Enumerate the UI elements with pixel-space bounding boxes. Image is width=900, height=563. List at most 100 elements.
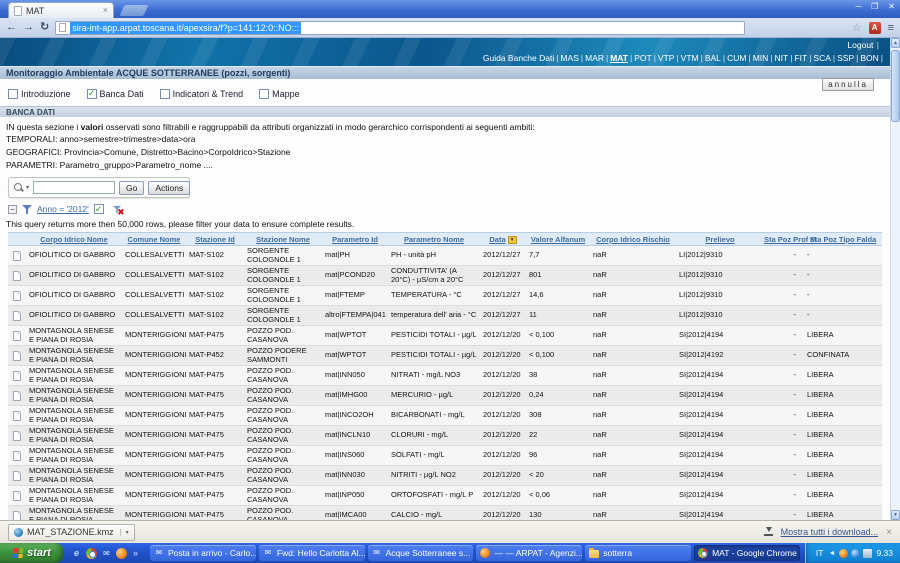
chrome-icon[interactable] <box>86 548 97 559</box>
window-minimize-button[interactable]: ─ <box>855 2 861 11</box>
nav-item-vtp[interactable]: VTP <box>658 53 675 63</box>
taskbar-item-fwd-hello-carlotta-al[interactable]: ✉Fwd: Hello Carlotta Al... <box>259 545 365 561</box>
address-bar[interactable]: sira-int-app.arpat.toscana.it/apexsira/f… <box>55 21 745 35</box>
row-detail-cell[interactable] <box>8 426 26 446</box>
row-detail-cell[interactable] <box>8 486 26 506</box>
row-detail-cell[interactable] <box>8 326 26 346</box>
row-detail-cell[interactable] <box>8 246 26 266</box>
view-tab-banca-dati[interactable]: ✓Banca Dati <box>87 89 144 99</box>
grid-header-stazione-id[interactable]: Stazione Id <box>186 233 244 246</box>
grid-header-parametro-nome[interactable]: Parametro Nome <box>388 233 480 246</box>
column-sort-link[interactable]: Corpo Idrico Rischio <box>596 235 670 244</box>
search-icon[interactable] <box>13 182 24 193</box>
document-icon[interactable] <box>13 331 21 341</box>
nav-item-mat[interactable]: MAT <box>610 53 628 63</box>
grid-header-prelievo[interactable]: Prelievo <box>676 233 764 246</box>
document-icon[interactable] <box>13 471 21 481</box>
remove-filter-icon[interactable]: ✖ <box>112 204 124 215</box>
actions-button[interactable]: Actions <box>148 181 190 195</box>
table-row[interactable]: MONTAGNOLA SENESE E PIANA DI ROSIAMONTER… <box>8 506 882 521</box>
column-sort-link[interactable]: Parametro Id <box>332 235 378 244</box>
column-sort-link[interactable]: Parametro Nome <box>404 235 464 244</box>
tray-orange-icon[interactable] <box>839 549 848 558</box>
column-sort-link[interactable]: Stazione Nome <box>256 235 310 244</box>
table-row[interactable]: MONTAGNOLA SENESE E PIANA DI ROSIAMONTER… <box>8 366 882 386</box>
table-row[interactable]: MONTAGNOLA SENESE E PIANA DI ROSIAMONTER… <box>8 326 882 346</box>
quicklaunch-overflow-icon[interactable]: » <box>133 548 138 558</box>
nav-item-bon[interactable]: BON <box>860 53 878 63</box>
row-detail-cell[interactable] <box>8 346 26 366</box>
tray-gray-icon[interactable] <box>863 549 872 558</box>
nav-item-vtm[interactable]: VTM <box>681 53 699 63</box>
document-icon[interactable] <box>13 431 21 441</box>
document-icon[interactable] <box>13 291 21 301</box>
table-row[interactable]: MONTAGNOLA SENESE E PIANA DI ROSIAMONTER… <box>8 426 882 446</box>
row-detail-cell[interactable] <box>8 266 26 286</box>
table-row[interactable]: OFIOLITICO DI GABBROCOLLESALVETTIMAT-S10… <box>8 266 882 286</box>
view-tab-indicatori-trend[interactable]: Indicatori & Trend <box>160 89 244 99</box>
grid-header-comune-nome[interactable]: Comune Nome <box>122 233 186 246</box>
table-row[interactable]: MONTAGNOLA SENESE E PIANA DI ROSIAMONTER… <box>8 386 882 406</box>
show-all-downloads-link[interactable]: Mostra tutti i download... <box>781 527 879 537</box>
row-detail-cell[interactable] <box>8 386 26 406</box>
start-button[interactable]: start <box>0 543 64 563</box>
scroll-up-icon[interactable]: ▲ <box>891 38 900 48</box>
nav-item-pot[interactable]: POT <box>634 53 651 63</box>
view-tab-introduzione[interactable]: Introduzione <box>8 89 71 99</box>
taskbar-item-arpat-agenzi[interactable]: — — ARPAT - Agenzi... <box>476 545 582 561</box>
nav-item-sca[interactable]: SCA <box>813 53 830 63</box>
nav-item-ssp[interactable]: SSP <box>837 53 854 63</box>
row-detail-cell[interactable] <box>8 306 26 326</box>
taskbar-item-mat-google-chrome[interactable]: MAT - Google Chrome <box>694 545 800 561</box>
nav-item-mar[interactable]: MAR <box>585 53 604 63</box>
column-sort-link[interactable]: Comune Nome <box>128 235 181 244</box>
downloaded-file-button[interactable]: MAT_STAZIONE.kmz ▾ <box>8 524 135 541</box>
file-options-caret-icon[interactable]: ▾ <box>120 529 129 536</box>
taskbar-item-posta-in-arrivo-carlo[interactable]: ✉Posta in arrivo - Carlo... <box>150 545 256 561</box>
url-text[interactable]: sira-int-app.arpat.toscana.it/apexsira/f… <box>70 22 301 34</box>
document-icon[interactable] <box>13 371 21 381</box>
go-button[interactable]: Go <box>119 181 144 195</box>
document-icon[interactable] <box>13 391 21 401</box>
nav-item-nit[interactable]: NIT <box>775 53 789 63</box>
reload-icon[interactable]: ↻ <box>40 22 49 33</box>
document-icon[interactable] <box>13 271 21 281</box>
grid-header-sta-poz-tipo-falda[interactable]: Sta Poz Tipo Falda <box>804 233 882 246</box>
grid-header-parametro-id[interactable]: Parametro Id <box>322 233 388 246</box>
document-icon[interactable] <box>13 411 21 421</box>
checkbox-icon[interactable]: ✓ <box>87 89 97 99</box>
tray-arrow-icon[interactable]: ◄ <box>827 549 836 558</box>
scroll-down-icon[interactable]: ▼ <box>891 510 900 520</box>
nav-item-min[interactable]: MIN <box>753 53 769 63</box>
column-sort-link[interactable]: Stazione Id <box>195 235 235 244</box>
grid-header-corpo-idrico-nome[interactable]: Corpo Idrico Nome <box>26 233 122 246</box>
document-icon[interactable] <box>13 351 21 361</box>
row-detail-cell[interactable] <box>8 286 26 306</box>
nav-item-fit[interactable]: FIT <box>794 53 807 63</box>
search-input[interactable] <box>33 181 115 194</box>
back-icon[interactable]: ← <box>6 22 17 33</box>
nav-item-mas[interactable]: MAS <box>560 53 578 63</box>
table-row[interactable]: OFIOLITICO DI GABBROCOLLESALVETTIMAT-S10… <box>8 286 882 306</box>
row-detail-cell[interactable] <box>8 506 26 521</box>
window-close-button[interactable]: ✕ <box>888 2 895 11</box>
nav-item-bal[interactable]: BAL <box>705 53 721 63</box>
table-row[interactable]: OFIOLITICO DI GABBROCOLLESALVETTIMAT-S10… <box>8 306 882 326</box>
close-download-bar-icon[interactable]: × <box>886 527 892 538</box>
checkbox-icon[interactable] <box>8 89 18 99</box>
column-sort-link[interactable]: Prelievo <box>705 235 734 244</box>
column-sort-link[interactable]: Sta Poz Tipo Falda <box>810 235 877 244</box>
menu-icon[interactable]: ≡ <box>888 22 894 34</box>
vertical-scrollbar[interactable]: ▲ ▼ <box>890 38 900 520</box>
scrollbar-thumb[interactable] <box>891 50 900 122</box>
column-sort-link[interactable]: Data <box>489 235 505 244</box>
view-tab-mappe[interactable]: Mappe <box>259 89 300 99</box>
logout-link[interactable]: Logout <box>847 40 873 50</box>
row-detail-cell[interactable] <box>8 406 26 426</box>
row-detail-cell[interactable] <box>8 366 26 386</box>
search-scope-caret-icon[interactable]: ▾ <box>26 184 29 191</box>
column-sort-link[interactable]: Corpo Idrico Nome <box>40 235 108 244</box>
row-detail-cell[interactable] <box>8 466 26 486</box>
grid-header-sta-poz-prof-m[interactable]: Sta Poz Prof M <box>764 233 804 246</box>
language-indicator[interactable]: IT <box>816 548 824 558</box>
